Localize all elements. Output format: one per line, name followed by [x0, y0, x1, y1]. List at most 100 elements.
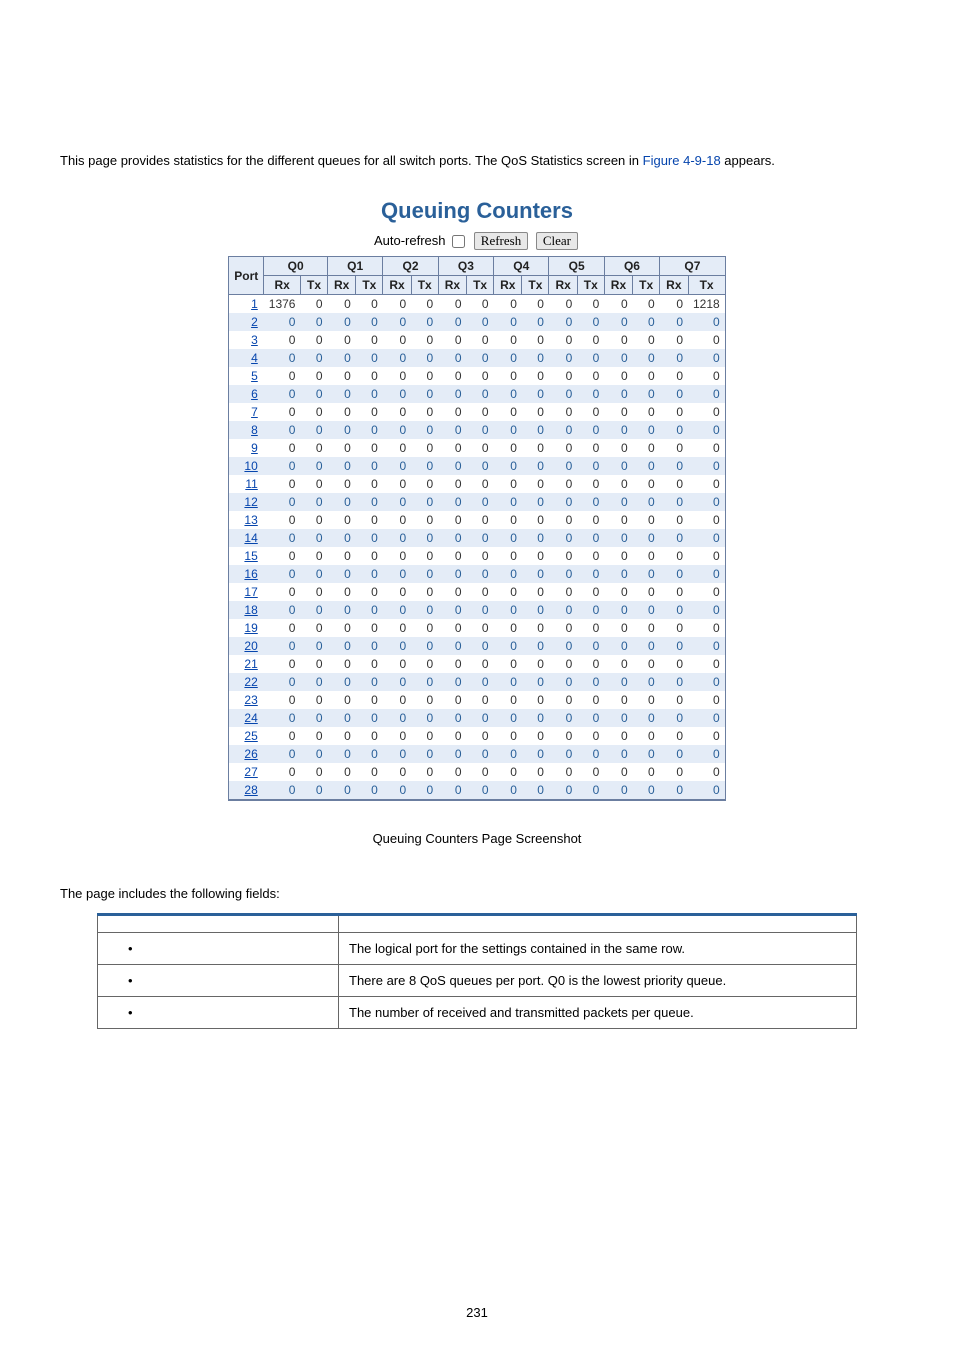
figure-link[interactable]: Figure 4-9-18 — [643, 153, 721, 168]
value-cell: 0 — [411, 439, 438, 457]
value-cell: 0 — [467, 565, 494, 583]
value-cell: 0 — [604, 745, 632, 763]
port-link[interactable]: 18 — [244, 603, 257, 617]
value-cell: 0 — [467, 601, 494, 619]
port-link[interactable]: 23 — [244, 693, 257, 707]
port-link[interactable]: 12 — [244, 495, 257, 509]
value-cell: 0 — [688, 745, 725, 763]
table-row: 100000000000000000 — [229, 457, 725, 475]
value-cell: 0 — [328, 331, 356, 349]
value-cell: 0 — [577, 529, 604, 547]
value-cell: 0 — [522, 511, 549, 529]
port-cell: 28 — [229, 781, 264, 800]
value-cell: 0 — [549, 385, 577, 403]
port-link[interactable]: 19 — [244, 621, 257, 635]
value-cell: 0 — [467, 727, 494, 745]
port-link[interactable]: 28 — [244, 783, 257, 797]
value-cell: 0 — [633, 511, 660, 529]
value-cell: 0 — [438, 421, 466, 439]
value-cell: 0 — [300, 619, 327, 637]
value-cell: 0 — [438, 349, 466, 367]
port-link[interactable]: 22 — [244, 675, 257, 689]
port-link[interactable]: 1 — [251, 297, 258, 311]
value-cell: 0 — [411, 547, 438, 565]
port-link[interactable]: 14 — [244, 531, 257, 545]
port-link[interactable]: 20 — [244, 639, 257, 653]
value-cell: 0 — [356, 565, 383, 583]
table-row: 160000000000000000 — [229, 565, 725, 583]
value-cell: 0 — [549, 349, 577, 367]
refresh-button[interactable]: Refresh — [474, 232, 528, 250]
port-link[interactable]: 6 — [251, 387, 258, 401]
value-cell: 0 — [264, 403, 301, 421]
value-cell: 0 — [356, 529, 383, 547]
queuing-counters-title: Queuing Counters — [60, 198, 894, 224]
port-link[interactable]: 26 — [244, 747, 257, 761]
value-cell: 0 — [549, 439, 577, 457]
port-link[interactable]: 9 — [251, 441, 258, 455]
value-cell: 0 — [660, 691, 688, 709]
object-cell — [98, 965, 339, 997]
value-cell: 0 — [383, 439, 411, 457]
value-cell: 0 — [438, 745, 466, 763]
value-cell: 0 — [300, 709, 327, 727]
col-q5: Q5 — [549, 257, 604, 276]
page-number: 231 — [0, 1305, 954, 1320]
description-cell: The logical port for the settings contai… — [339, 933, 857, 965]
port-link[interactable]: 5 — [251, 369, 258, 383]
value-cell: 0 — [356, 673, 383, 691]
port-link[interactable]: 17 — [244, 585, 257, 599]
value-cell: 0 — [604, 475, 632, 493]
table-row: 60000000000000000 — [229, 385, 725, 403]
value-cell: 0 — [356, 547, 383, 565]
port-link[interactable]: 13 — [244, 513, 257, 527]
value-cell: 0 — [328, 565, 356, 583]
value-cell: 0 — [300, 691, 327, 709]
value-cell: 0 — [264, 655, 301, 673]
value-cell: 0 — [328, 601, 356, 619]
value-cell: 0 — [383, 565, 411, 583]
port-link[interactable]: 8 — [251, 423, 258, 437]
value-cell: 0 — [467, 763, 494, 781]
value-cell: 0 — [264, 601, 301, 619]
value-cell: 0 — [438, 295, 466, 314]
table-row: 150000000000000000 — [229, 547, 725, 565]
col-tx: Tx — [577, 276, 604, 295]
port-link[interactable]: 3 — [251, 333, 258, 347]
value-cell: 0 — [467, 439, 494, 457]
auto-refresh-checkbox[interactable] — [452, 235, 465, 248]
port-link[interactable]: 2 — [251, 315, 258, 329]
value-cell: 0 — [549, 511, 577, 529]
value-cell: 0 — [549, 619, 577, 637]
value-cell: 0 — [577, 439, 604, 457]
toolbar: Auto-refresh Refresh Clear — [60, 232, 894, 250]
value-cell: 0 — [300, 565, 327, 583]
value-cell: 0 — [688, 529, 725, 547]
value-cell: 0 — [494, 457, 522, 475]
value-cell: 0 — [688, 475, 725, 493]
value-cell: 0 — [356, 781, 383, 800]
value-cell: 0 — [383, 691, 411, 709]
value-cell: 0 — [633, 385, 660, 403]
port-link[interactable]: 11 — [245, 477, 257, 491]
value-cell: 0 — [633, 655, 660, 673]
value-cell: 0 — [494, 349, 522, 367]
port-link[interactable]: 16 — [244, 567, 257, 581]
port-link[interactable]: 24 — [244, 711, 257, 725]
port-link[interactable]: 7 — [251, 405, 258, 419]
value-cell: 0 — [604, 547, 632, 565]
value-cell: 0 — [660, 673, 688, 691]
port-link[interactable]: 4 — [251, 351, 258, 365]
port-link[interactable]: 25 — [244, 729, 257, 743]
port-link[interactable]: 10 — [244, 459, 257, 473]
port-link[interactable]: 21 — [244, 657, 257, 671]
value-cell: 0 — [438, 763, 466, 781]
value-cell: 0 — [549, 331, 577, 349]
port-link[interactable]: 15 — [244, 549, 257, 563]
port-link[interactable]: 27 — [244, 765, 257, 779]
table-row: 120000000000000000 — [229, 493, 725, 511]
value-cell: 0 — [411, 619, 438, 637]
value-cell: 0 — [494, 745, 522, 763]
value-cell: 0 — [438, 655, 466, 673]
clear-button[interactable]: Clear — [536, 232, 578, 250]
